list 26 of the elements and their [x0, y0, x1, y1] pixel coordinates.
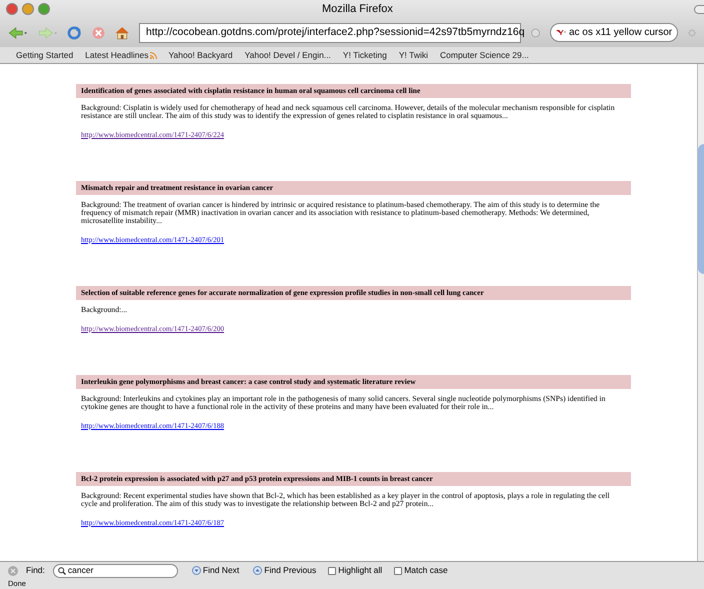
window-control[interactable] — [6, 3, 18, 15]
find-button[interactable]: Find Previous — [253, 564, 316, 577]
window-title: Mozilla Firefox — [322, 2, 393, 17]
bookmark-item[interactable]: Computer Science 29... — [440, 48, 529, 62]
bookmark-item[interactable]: Yahoo! Devel / Engin... — [244, 48, 331, 62]
find-label: Find: — [26, 564, 45, 577]
search-field[interactable]: ac os x11 yellow cursor — [550, 23, 678, 42]
search-engine-icon[interactable] — [556, 28, 566, 37]
close-icon[interactable] — [8, 566, 18, 576]
find-option[interactable]: Highlight all — [328, 564, 382, 577]
find-field[interactable]: cancer — [52, 564, 178, 578]
loading-icon — [688, 26, 696, 38]
search-icon — [58, 566, 66, 574]
bookmark-item[interactable]: Y! Twiki — [398, 48, 428, 62]
checkbox[interactable] — [328, 566, 336, 574]
search-text: ac os x11 yellow cursor — [568, 26, 672, 40]
find-option[interactable]: Match case — [394, 564, 448, 577]
bookmark-item[interactable]: Y! Ticketing — [342, 48, 387, 62]
find-button[interactable]: Find Next — [192, 564, 240, 577]
bookmark-item[interactable]: Yahoo! Backyard — [168, 48, 233, 62]
bookmark-item[interactable]: Getting Started — [16, 48, 74, 62]
bookmark-item[interactable]: Latest Headlines — [85, 48, 156, 62]
scrollbar[interactable] — [697, 64, 704, 561]
window-control[interactable] — [22, 3, 34, 15]
window-control[interactable] — [38, 3, 50, 15]
checkbox[interactable] — [394, 566, 402, 574]
